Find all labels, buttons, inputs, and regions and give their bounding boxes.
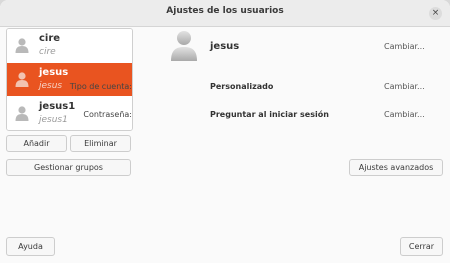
user-row-jesus[interactable]: jesus jesus <box>7 63 132 96</box>
users-settings-window: Ajustes de los usuarios × cire cire jesu… <box>0 0 450 263</box>
user-name: cire <box>39 33 61 44</box>
close-icon[interactable]: × <box>429 7 442 20</box>
user-avatar-icon <box>15 72 29 87</box>
user-avatar-icon <box>15 106 29 121</box>
change-password-button[interactable]: Cambiar... <box>384 110 425 119</box>
close-button[interactable]: Cerrar <box>400 237 443 256</box>
password-label: Contraseña: <box>83 110 132 119</box>
user-name: jesus1 <box>39 101 76 112</box>
remove-user-button[interactable]: Eliminar <box>70 135 131 152</box>
account-type-value: Personalizado <box>210 82 274 91</box>
user-subtitle: jesus <box>39 81 63 91</box>
user-avatar-icon[interactable] <box>170 29 198 61</box>
manage-groups-button[interactable]: Gestionar grupos <box>6 159 131 176</box>
password-value: Preguntar al iniciar sesión <box>210 110 329 119</box>
user-subtitle: jesus1 <box>39 115 68 125</box>
user-name: jesus <box>39 67 69 78</box>
account-type-label: Tipo de cuenta: <box>69 82 132 91</box>
user-name-value: jesus <box>210 41 240 52</box>
user-avatar-icon <box>15 38 29 53</box>
change-account-type-button[interactable]: Cambiar... <box>384 82 425 91</box>
add-user-button[interactable]: Añadir <box>6 135 67 152</box>
titlebar: Ajustes de los usuarios × <box>0 0 450 27</box>
user-row-cire[interactable]: cire cire <box>7 29 132 62</box>
window-title: Ajustes de los usuarios <box>166 6 284 16</box>
user-subtitle: cire <box>39 47 56 57</box>
advanced-settings-button[interactable]: Ajustes avanzados <box>349 159 443 176</box>
change-name-button[interactable]: Cambiar... <box>384 42 425 51</box>
help-button[interactable]: Ayuda <box>6 237 55 256</box>
